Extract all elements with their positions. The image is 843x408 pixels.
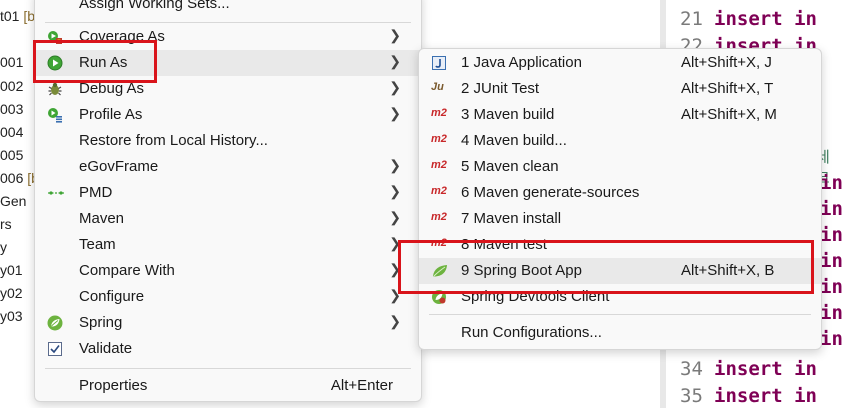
menu-item-label: Spring <box>79 314 123 331</box>
menu-item-label: Compare With <box>79 262 175 279</box>
menu-item-assign-working-sets[interactable]: Assign Working Sets... <box>35 0 421 17</box>
submenu-item-maven-build[interactable]: m2 3 Maven build Alt+Shift+X, M <box>419 102 821 128</box>
menu-item-team[interactable]: Team ❯ <box>35 232 421 258</box>
explorer-item[interactable]: 002 <box>0 78 23 94</box>
accelerator-label: Alt+Enter <box>330 377 393 394</box>
submenu-item-label: 6 Maven generate-sources <box>461 184 640 201</box>
submenu-item-label: 7 Maven install <box>461 210 562 227</box>
maven-icon: m2 <box>431 159 447 171</box>
explorer-item[interactable]: y03 <box>0 308 23 324</box>
code-line: 34 insert in <box>680 358 817 380</box>
menu-item-label: Assign Working Sets... <box>79 0 230 12</box>
java-app-icon <box>431 55 449 71</box>
menu-item-spring[interactable]: Spring ❯ <box>35 310 421 336</box>
menu-item-validate[interactable]: Validate <box>35 336 421 362</box>
accelerator-label: Alt+Shift+X, J <box>681 54 772 71</box>
code-fragment: in <box>820 250 843 272</box>
submenu-item-maven-clean[interactable]: m2 5 Maven clean <box>419 154 821 180</box>
menu-item-properties[interactable]: Properties Alt+Enter <box>35 373 421 399</box>
profile-icon <box>47 107 63 123</box>
chevron-right-icon: ❯ <box>389 209 401 225</box>
explorer-item[interactable]: y02 <box>0 285 23 301</box>
accelerator-label: Alt+Shift+X, T <box>681 80 774 97</box>
menu-item-label: Profile As <box>79 106 143 123</box>
code-fragment: in <box>820 302 843 324</box>
explorer-item[interactable]: y <box>0 239 7 255</box>
submenu-item-label: 1 Java Application <box>461 54 582 71</box>
submenu-item-java-application[interactable]: 1 Java Application Alt+Shift+X, J <box>419 50 821 76</box>
chevron-right-icon: ❯ <box>389 313 401 329</box>
chevron-right-icon: ❯ <box>389 79 401 95</box>
code-line: 35 insert in <box>680 385 817 407</box>
explorer-item[interactable]: 005 <box>0 147 23 163</box>
menu-item-compare-with[interactable]: Compare With ❯ <box>35 258 421 284</box>
explorer-item[interactable]: rs <box>0 216 12 232</box>
code-fragment: in <box>820 276 843 298</box>
code-fragment: in <box>820 172 843 194</box>
chevron-right-icon: ❯ <box>389 157 401 173</box>
menu-item-restore-local-history[interactable]: Restore from Local History... <box>35 128 421 154</box>
explorer-item[interactable]: t01 [b <box>0 8 35 24</box>
submenu-item-label: 5 Maven clean <box>461 158 559 175</box>
menu-item-maven[interactable]: Maven ❯ <box>35 206 421 232</box>
spring-icon <box>47 315 63 331</box>
submenu-item-label: 4 Maven build... <box>461 132 567 149</box>
menu-item-label: Validate <box>79 340 133 357</box>
menu-item-label: Team <box>79 236 116 253</box>
menu-separator <box>45 22 411 23</box>
explorer-item[interactable]: 004 <box>0 124 23 140</box>
annotation-highlight-spring-boot-app <box>398 240 814 294</box>
menu-item-label: Configure <box>79 288 145 305</box>
submenu-item-run-configurations[interactable]: Run Configurations... <box>419 320 821 346</box>
menu-item-label: PMD <box>79 184 113 201</box>
code-fragment: in <box>820 224 843 246</box>
submenu-item-label: Run Configurations... <box>461 324 602 341</box>
menu-separator <box>429 314 811 315</box>
code-fragment: in <box>820 198 843 220</box>
code-fragment: in <box>820 328 843 350</box>
annotation-highlight-run-as <box>33 40 157 83</box>
explorer-item[interactable]: Gen <box>0 193 26 209</box>
debug-icon <box>47 81 63 97</box>
submenu-item-label: 3 Maven build <box>461 106 555 123</box>
submenu-item-maven-install[interactable]: m2 7 Maven install <box>419 206 821 232</box>
menu-item-egovframe[interactable]: eGovFrame ❯ <box>35 154 421 180</box>
menu-item-label: Properties <box>79 377 148 394</box>
pmd-icon <box>47 185 64 201</box>
explorer-item[interactable]: 001 <box>0 54 23 70</box>
explorer-item[interactable]: y01 <box>0 262 23 278</box>
chevron-right-icon: ❯ <box>389 105 401 121</box>
maven-icon: m2 <box>431 133 447 145</box>
checkbox-checked-icon <box>47 341 63 357</box>
maven-icon: m2 <box>431 185 447 197</box>
menu-item-label: eGovFrame <box>79 158 159 175</box>
submenu-item-label: 2 JUnit Test <box>461 80 540 97</box>
menu-item-pmd[interactable]: PMD ❯ <box>35 180 421 206</box>
submenu-item-maven-generate-sources[interactable]: m2 6 Maven generate-sources <box>419 180 821 206</box>
menu-item-configure[interactable]: Configure ❯ <box>35 284 421 310</box>
menu-item-label: Restore from Local History... <box>79 132 268 149</box>
submenu-item-junit-test[interactable]: Ju 2 JUnit Test Alt+Shift+X, T <box>419 76 821 102</box>
maven-icon: m2 <box>431 107 447 119</box>
run-as-submenu: 1 Java Application Alt+Shift+X, J Ju 2 J… <box>418 48 822 350</box>
accelerator-label: Alt+Shift+X, M <box>681 106 777 123</box>
junit-icon: Ju <box>431 81 444 93</box>
chevron-right-icon: ❯ <box>389 27 401 43</box>
submenu-item-maven-build-dialog[interactable]: m2 4 Maven build... <box>419 128 821 154</box>
maven-icon: m2 <box>431 211 447 223</box>
menu-item-label: Maven <box>79 210 125 227</box>
menu-item-profile-as[interactable]: Profile As ❯ <box>35 102 421 128</box>
menu-separator <box>45 368 411 369</box>
chevron-right-icon: ❯ <box>389 53 401 69</box>
explorer-item[interactable]: 003 <box>0 101 23 117</box>
chevron-right-icon: ❯ <box>389 183 401 199</box>
code-line: 21 insert in <box>680 8 817 30</box>
